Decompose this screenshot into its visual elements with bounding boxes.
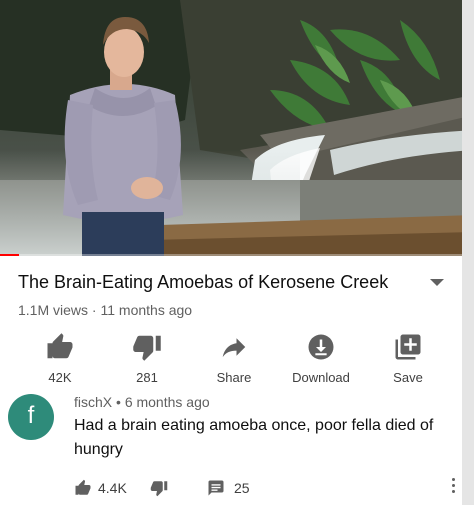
expand-description-icon[interactable]: [430, 279, 444, 286]
thumb-down-icon: [150, 481, 168, 497]
thumb-up-icon: [47, 333, 73, 359]
share-icon: [222, 338, 246, 357]
view-count: 1.1M views: [18, 302, 89, 318]
video-player[interactable]: [0, 0, 474, 256]
save-playlist-icon: [395, 334, 421, 360]
progress-bar[interactable]: [0, 254, 474, 256]
comment-separator: •: [116, 394, 121, 410]
like-button[interactable]: 42K: [20, 332, 100, 385]
comment-age: 6 months ago: [124, 394, 210, 410]
video-meta: 1.1M views · 11 months ago: [18, 302, 192, 318]
download-icon: [308, 334, 334, 360]
thumb-down-icon: [133, 335, 161, 361]
reply-comment-icon: [208, 480, 224, 496]
save-button[interactable]: Save: [368, 332, 448, 385]
comment-reply-button[interactable]: 25: [206, 478, 250, 498]
more-options-icon[interactable]: [452, 478, 456, 498]
avatar[interactable]: f: [8, 394, 54, 440]
dislike-count: 281: [136, 370, 158, 385]
progress-fill: [0, 254, 19, 256]
share-button[interactable]: Share: [194, 332, 274, 385]
save-label: Save: [393, 370, 423, 385]
video-title: The Brain-Eating Amoebas of Kerosene Cre…: [18, 272, 389, 292]
like-count: 42K: [48, 370, 72, 385]
dislike-button[interactable]: 281: [107, 332, 187, 385]
thumb-up-icon: [75, 479, 91, 495]
download-label: Download: [292, 370, 350, 385]
comment-author[interactable]: fischX: [74, 394, 112, 410]
comment-dislike-button[interactable]: [150, 478, 168, 498]
comment-text: Had a brain eating amoeba once, poor fel…: [74, 417, 434, 458]
comment-like-count: 4.4K: [98, 480, 127, 496]
upload-age: 11 months ago: [100, 302, 193, 318]
comment-like-button[interactable]: 4.4K: [74, 478, 127, 498]
comment-reply-count: 25: [234, 480, 250, 496]
meta-separator: ·: [91, 302, 97, 318]
share-label: Share: [216, 370, 252, 385]
comment-header: fischX • 6 months ago: [74, 394, 210, 410]
screen-edge: [462, 0, 474, 505]
video-frame: [0, 0, 474, 256]
download-button[interactable]: Download: [281, 332, 361, 385]
